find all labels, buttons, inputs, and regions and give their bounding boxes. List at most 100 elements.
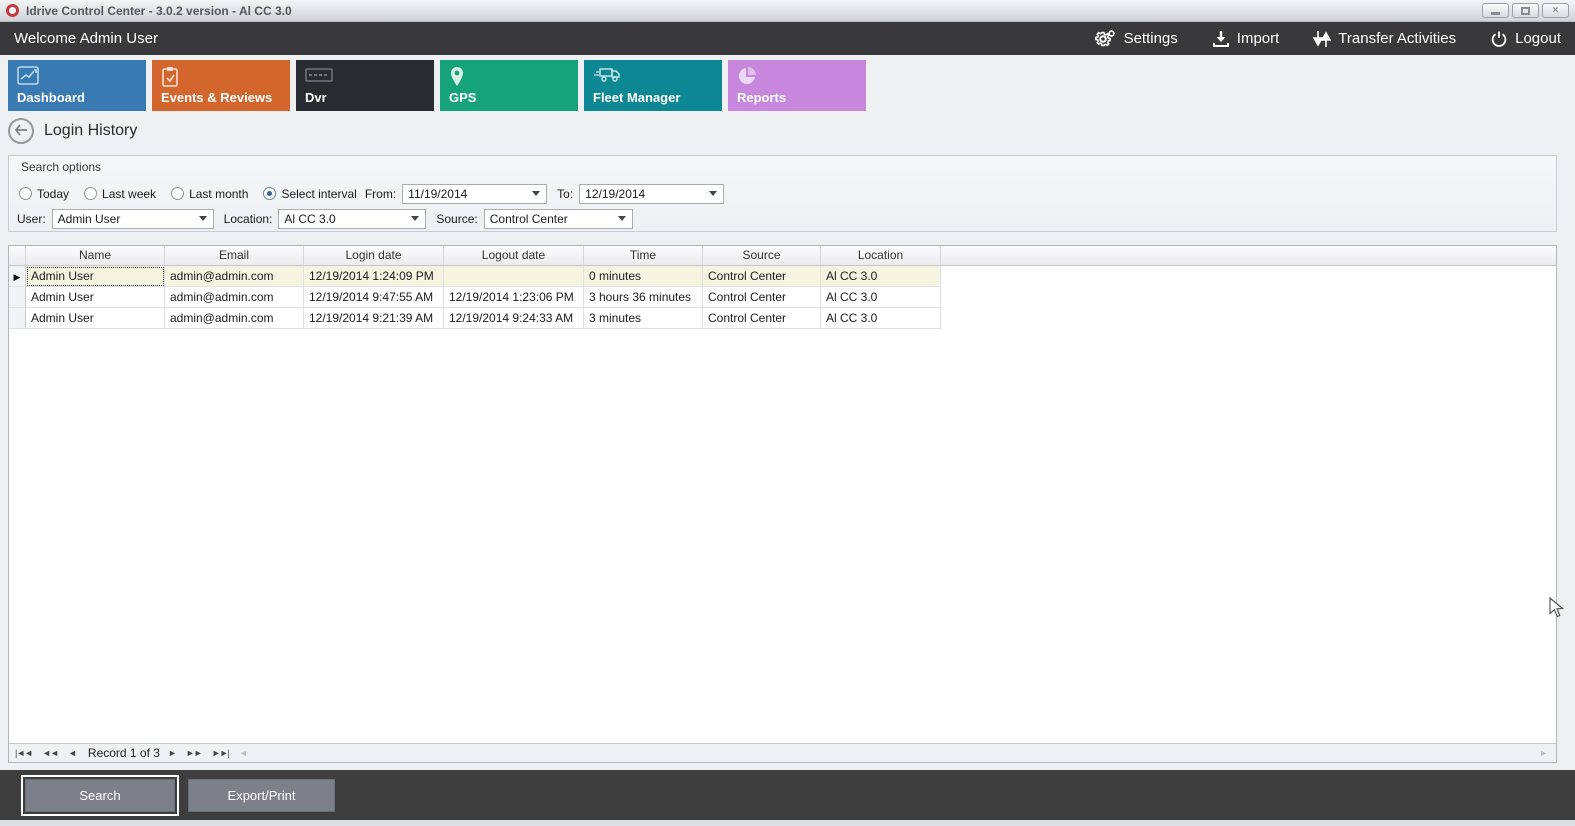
tile-events-reviews[interactable]: Events & Reviews [152, 60, 290, 111]
back-arrow-icon [14, 124, 28, 139]
cell-logout-date[interactable] [444, 266, 584, 287]
table-row[interactable]: Admin User admin@admin.com 12/19/2014 9:… [9, 308, 942, 329]
column-header-location[interactable]: Location [821, 246, 941, 266]
search-button[interactable]: Search [25, 779, 175, 812]
cell-logout-date[interactable]: 12/19/2014 1:23:06 PM [444, 287, 584, 308]
cell-source[interactable]: Control Center [703, 308, 821, 329]
row-indicator [9, 287, 26, 308]
to-label: To: [557, 187, 573, 201]
line-chart-icon [17, 66, 39, 89]
user-select[interactable]: Admin User [52, 209, 214, 229]
hscroll-right-arrow-icon[interactable]: ► [1539, 748, 1548, 758]
cell-login-date[interactable]: 12/19/2014 9:47:55 AM [304, 287, 444, 308]
tile-reports[interactable]: Reports [728, 60, 866, 111]
from-label: From: [365, 187, 396, 201]
to-date-value: 12/19/2014 [585, 187, 645, 201]
bottom-strip [0, 820, 1575, 826]
cell-location[interactable]: Al CC 3.0 [821, 287, 941, 308]
tile-fleet-manager[interactable]: Fleet Manager [584, 60, 722, 111]
tile-dvr[interactable]: Dvr [296, 60, 434, 111]
window-title: Idrive Control Center - 3.0.2 version - … [26, 4, 292, 18]
grid-header-row: Name Email Login date Logout date Time S… [9, 246, 1556, 266]
nav-prev-page-button[interactable]: ◄◄ [42, 744, 58, 762]
tile-dashboard[interactable]: Dashboard [8, 60, 146, 111]
radio-today-circle[interactable] [19, 187, 32, 200]
cell-email[interactable]: admin@admin.com [165, 266, 304, 287]
cell-location[interactable]: Al CC 3.0 [821, 308, 941, 329]
transfer-arrows-icon [1313, 29, 1331, 49]
nav-next-page-button[interactable]: ►► [186, 744, 202, 762]
record-count-text: Record 1 of 3 [88, 746, 160, 760]
tile-dvr-label: Dvr [305, 90, 327, 105]
cell-source[interactable]: Control Center [703, 266, 821, 287]
dvr-device-icon [305, 66, 333, 87]
footer-bar: Search Export/Print [0, 770, 1575, 820]
radio-select-interval[interactable]: Select interval [263, 187, 356, 201]
tile-gps[interactable]: GPS [440, 60, 578, 111]
app-window: Idrive Control Center - 3.0.2 version - … [0, 0, 1575, 826]
maximize-button[interactable] [1512, 3, 1539, 18]
gears-icon [1095, 29, 1117, 49]
chevron-down-icon [532, 191, 540, 196]
settings-button[interactable]: Settings [1095, 29, 1178, 49]
close-icon: × [1553, 6, 1559, 16]
minimize-button[interactable] [1482, 3, 1509, 18]
cell-email[interactable]: admin@admin.com [165, 287, 304, 308]
user-value: Admin User [58, 212, 121, 226]
map-pin-icon [449, 66, 465, 90]
source-select[interactable]: Control Center [484, 209, 633, 229]
radio-last-month[interactable]: Last month [171, 187, 248, 201]
cell-time[interactable]: 3 hours 36 minutes [584, 287, 703, 308]
location-select[interactable]: Al CC 3.0 [278, 209, 426, 229]
table-row[interactable]: Admin User admin@admin.com 12/19/2014 9:… [9, 287, 942, 308]
cell-email[interactable]: admin@admin.com [165, 308, 304, 329]
radio-today[interactable]: Today [19, 187, 69, 201]
column-header-source[interactable]: Source [703, 246, 821, 266]
radio-last-month-circle[interactable] [171, 187, 184, 200]
cell-login-date[interactable]: 12/19/2014 9:21:39 AM [304, 308, 444, 329]
location-value: Al CC 3.0 [284, 212, 335, 226]
module-tiles: Dashboard Events & Reviews Dvr [8, 60, 866, 111]
cell-login-date[interactable]: 12/19/2014 1:24:09 PM [304, 266, 444, 287]
import-button[interactable]: Import [1212, 30, 1280, 48]
back-button[interactable] [8, 118, 34, 144]
cell-logout-date[interactable]: 12/19/2014 9:24:33 AM [444, 308, 584, 329]
column-header-login-date[interactable]: Login date [304, 246, 444, 266]
transfer-activities-label: Transfer Activities [1338, 30, 1456, 47]
export-print-button[interactable]: Export/Print [188, 779, 335, 812]
hscroll-left-arrow-icon[interactable]: ◄ [239, 744, 247, 762]
to-date-picker[interactable]: 12/19/2014 [579, 184, 724, 204]
nav-first-button[interactable]: |◄◄ [15, 744, 32, 762]
column-header-logout-date[interactable]: Logout date [444, 246, 584, 266]
cell-time[interactable]: 3 minutes [584, 308, 703, 329]
radio-last-week[interactable]: Last week [84, 187, 156, 201]
chevron-down-icon [709, 191, 717, 196]
cell-source[interactable]: Control Center [703, 287, 821, 308]
close-button[interactable]: × [1542, 3, 1569, 18]
nav-next-button[interactable]: ► [168, 744, 176, 762]
cell-name[interactable]: Admin User [26, 308, 165, 329]
minimize-icon [1491, 12, 1500, 15]
column-header-name[interactable]: Name [26, 246, 165, 266]
transfer-activities-button[interactable]: Transfer Activities [1313, 29, 1456, 49]
nav-last-button[interactable]: ►►| [212, 744, 229, 762]
column-header-email[interactable]: Email [165, 246, 304, 266]
radio-last-week-circle[interactable] [84, 187, 97, 200]
chevron-down-icon [199, 216, 207, 221]
source-value: Control Center [490, 212, 568, 226]
power-icon [1490, 30, 1508, 48]
from-date-picker[interactable]: 11/19/2014 [402, 184, 547, 204]
cell-name[interactable]: Admin User [26, 287, 165, 308]
download-icon [1212, 30, 1230, 48]
nav-prev-button[interactable]: ◄ [68, 744, 76, 762]
logout-button[interactable]: Logout [1490, 30, 1561, 48]
record-navigator: |◄◄ ◄◄ ◄ Record 1 of 3 ► ►► ►►| ◄ ► [9, 743, 1556, 762]
cell-name[interactable]: Admin User [26, 266, 165, 287]
cell-location[interactable]: Al CC 3.0 [821, 266, 941, 287]
row-indicator: ▶ [9, 266, 26, 287]
table-row[interactable]: ▶ Admin User admin@admin.com 12/19/2014 … [9, 266, 942, 287]
cell-time[interactable]: 0 minutes [584, 266, 703, 287]
column-header-time[interactable]: Time [584, 246, 703, 266]
title-bar: Idrive Control Center - 3.0.2 version - … [0, 0, 1575, 22]
radio-select-interval-circle[interactable] [263, 187, 276, 200]
